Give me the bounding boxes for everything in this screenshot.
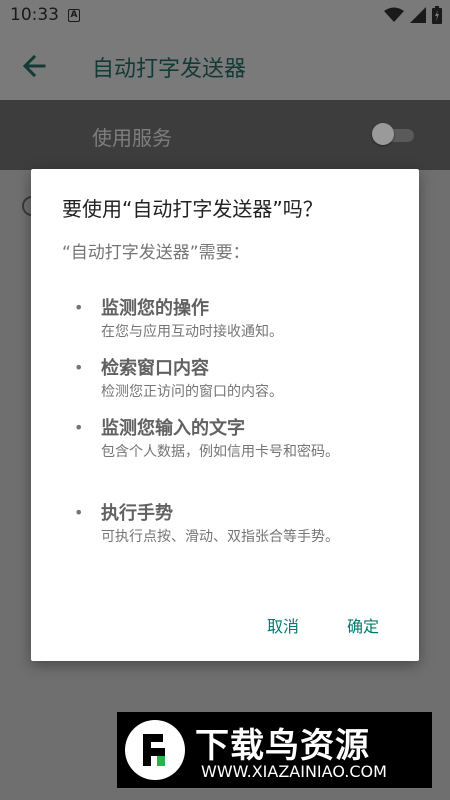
permission-title: 执行手势 xyxy=(101,503,173,524)
confirm-button[interactable]: 确定 xyxy=(347,613,379,637)
permission-title: 监测您的操作 xyxy=(101,298,209,319)
bullet: • xyxy=(74,418,84,437)
watermark-url: WWW.XIAZAINIAO.COM xyxy=(201,762,387,781)
status-bar: 10:33 A xyxy=(0,0,450,32)
permission-title: 监测您输入的文字 xyxy=(101,418,245,439)
bullet: • xyxy=(74,298,84,317)
watermark-brand: 下载鸟资源 xyxy=(195,726,370,766)
use-service-label: 使用服务 xyxy=(92,126,172,150)
permission-description: 包含个人数据，例如信用卡号和密码。 xyxy=(101,444,339,460)
use-service-row[interactable]: 使用服务 xyxy=(0,100,450,170)
status-time: 10:33 xyxy=(10,5,59,25)
switch-thumb xyxy=(372,123,394,145)
page-title: 自动打字发送器 xyxy=(92,57,247,82)
cancel-button[interactable]: 取消 xyxy=(267,613,299,637)
signal-icon xyxy=(410,7,426,23)
status-icons xyxy=(384,6,442,24)
permission-description: 检测您正访问的窗口的内容。 xyxy=(101,384,283,400)
dialog-subtitle: “自动打字发送器”需要： xyxy=(62,243,250,263)
watermark-banner: 下载鸟资源 WWW.XIAZAINIAO.COM xyxy=(117,712,432,788)
wifi-icon xyxy=(384,7,404,22)
app-bar: 自动打字发送器 xyxy=(0,32,450,100)
back-arrow-icon[interactable] xyxy=(20,52,50,80)
bird-logo-icon xyxy=(125,720,185,780)
permission-description: 可执行点按、滑动、双指张合等手势。 xyxy=(101,529,339,545)
use-service-switch[interactable] xyxy=(372,123,416,145)
bullet: • xyxy=(74,358,84,377)
permission-title: 检索窗口内容 xyxy=(101,358,209,379)
battery-icon xyxy=(432,6,442,24)
notification-icon: A xyxy=(68,9,80,22)
dialog-title: 要使用“自动打字发送器”吗？ xyxy=(62,197,323,221)
bullet: • xyxy=(74,503,84,522)
permission-description: 在您与应用互动时接收通知。 xyxy=(101,324,283,340)
accessibility-permission-dialog: 要使用“自动打字发送器”吗？ “自动打字发送器”需要： • 监测您的操作 在您与… xyxy=(31,169,419,661)
